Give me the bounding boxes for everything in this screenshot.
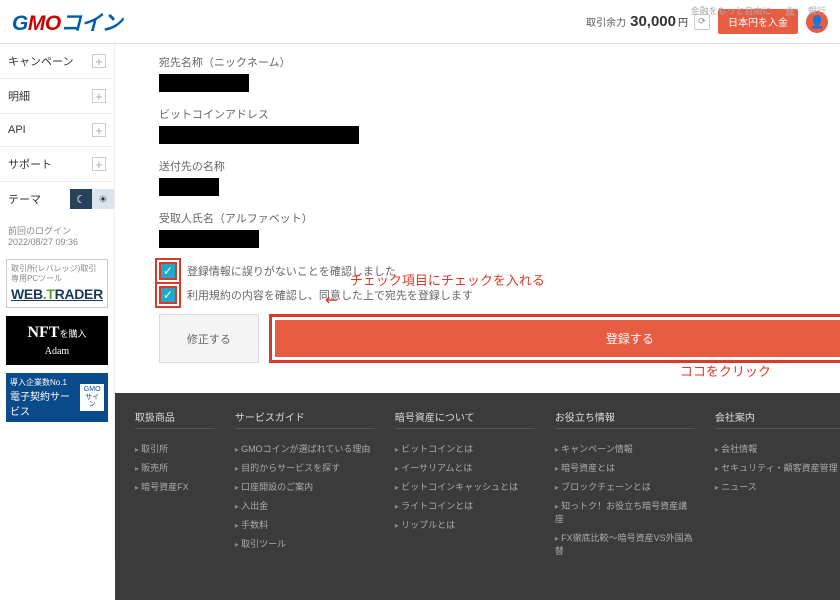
sun-icon[interactable]: ☀ [92,189,114,209]
footer-link[interactable]: リップルとは [395,515,535,534]
gmosign-banner[interactable]: 導入企業数No.1 電子契約サービス GMOサイン [6,373,108,422]
footer-link[interactable]: 会社情報 [715,439,840,458]
plus-icon: + [92,54,106,68]
footer-link[interactable]: 取引ツール [235,534,375,553]
field-btc-address-value [159,126,359,144]
field-recipient-value [159,230,259,248]
footer-link[interactable]: ビットコインとは [395,439,535,458]
footer-link[interactable]: キャンペーン情報 [555,439,695,458]
footer-link[interactable]: 知っトク！お役立ち暗号資産講座 [555,496,695,528]
top-utility-links: 金融をもっと自由に 🏛 銀行 [681,4,826,17]
footer-link[interactable]: 口座開設のご案内 [235,477,375,496]
footer-link[interactable]: 販売所 [135,458,215,477]
webtrader-banner[interactable]: 取引所(レバレッジ)取引専用PCツール WEB.TRADER [6,259,108,308]
sidebar-item-api[interactable]: API+ [0,114,114,147]
theme-row: テーマ ☾ ☀ [0,182,114,216]
footer-link[interactable]: 目的からサービスを探す [235,458,375,477]
sidebar-item-campaign[interactable]: キャンペーン+ [0,44,114,79]
checkbox-icon[interactable]: ✓ [159,262,177,280]
field-nickname-label: 宛先名称（ニックネーム） [159,54,840,70]
theme-label: テーマ [8,191,41,207]
footer-col-guide: サービスガイド GMOコインが選ばれている理由 目的からサービスを探す 口座開設… [235,409,375,560]
field-recipient-label: 受取人氏名（アルファベット） [159,210,840,226]
footer-link[interactable]: 暗号資産FX [135,477,215,496]
main: 宛先名称（ニックネーム） ビットコインアドレス 送付先の名称 受取人氏名（アルフ… [115,44,840,560]
footer-link[interactable]: GMOコインが選ばれている理由 [235,439,375,458]
sidebar-item-support[interactable]: サポート+ [0,147,114,182]
footer-link[interactable]: 手数料 [235,515,375,534]
footer-col-crypto: 暗号資産について ビットコインとは イーサリアムとは ビットコインキャッシュとは… [395,409,535,560]
moon-icon[interactable]: ☾ [70,189,92,209]
field-nickname-value [159,74,249,92]
tagline: 金融をもっと自由に [691,6,772,16]
register-button-highlight: 登録する [269,314,840,363]
footer-link[interactable]: 取引所 [135,439,215,458]
annotation-click: ココをクリック [680,361,771,380]
footer-col-info: お役立ち情報 キャンペーン情報 暗号資産とは ブロックチェーンとは 知っトク！お… [555,409,695,560]
footer-link[interactable]: セキュリティ・顧客資産管理 [715,458,840,477]
footer-link[interactable]: ニュース [715,477,840,496]
field-dest-name-value [159,178,219,196]
footer-link[interactable]: ブロックチェーンとは [555,477,695,496]
nft-banner[interactable]: NFTを購入 Adam [6,316,108,365]
plus-icon: + [92,123,106,137]
footer-link[interactable]: 暗号資産とは [555,458,695,477]
balance-value: 30,000 [630,13,676,30]
last-login: 前回のログイン 2022/08/27 09:36 [0,216,114,255]
annotation-check: チェック項目にチェックを入れる [350,270,545,289]
checkbox-icon[interactable]: ✓ [159,286,177,304]
field-dest-name-label: 送付先の名称 [159,158,840,174]
bank-link[interactable]: 🏛 銀行 [784,6,826,16]
footer-link[interactable]: FX徹底比較〜暗号資産VS外国為替 [555,528,695,560]
sidebar: キャンペーン+ 明細+ API+ サポート+ テーマ ☾ ☀ 前回のログイン 2… [0,44,115,560]
field-btc-address-label: ビットコインアドレス [159,106,840,122]
footer-col-products: 取扱商品 取引所 販売所 暗号資産FX [135,409,215,560]
edit-button[interactable]: 修正する [159,314,259,363]
footer-col-company: 会社案内 会社情報 セキュリティ・顧客資産管理 ニュース [715,409,840,560]
plus-icon: + [92,157,106,171]
footer-link[interactable]: 入出金 [235,496,375,515]
register-button[interactable]: 登録する [275,320,840,357]
logo[interactable]: GMOコイン [12,7,122,37]
sidebar-item-statement[interactable]: 明細+ [0,79,114,114]
balance-label: 取引余力 [586,14,626,29]
plus-icon: + [92,89,106,103]
footer-link[interactable]: ライトコインとは [395,496,535,515]
address-form: 宛先名称（ニックネーム） ビットコインアドレス 送付先の名称 受取人氏名（アルフ… [135,44,840,383]
footer: 取扱商品 取引所 販売所 暗号資産FX サービスガイド GMOコインが選ばれてい… [115,393,840,600]
theme-toggle[interactable]: ☾ ☀ [70,189,114,209]
footer-link[interactable]: イーサリアムとは [395,458,535,477]
footer-link[interactable]: ビットコインキャッシュとは [395,477,535,496]
